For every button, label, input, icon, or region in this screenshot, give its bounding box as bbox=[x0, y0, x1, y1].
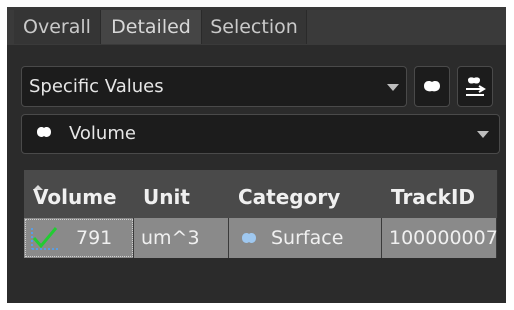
statistics-panel: Overall Detailed Selection Specific Valu… bbox=[7, 7, 506, 303]
category-value: Surface bbox=[271, 227, 344, 249]
surface-blob-icon bbox=[424, 81, 440, 92]
column-header-unit[interactable]: Unit bbox=[134, 170, 230, 218]
values-dropdown[interactable]: Specific Values bbox=[21, 66, 407, 107]
cell-trackid[interactable]: 100000007 bbox=[382, 218, 498, 258]
surface-blob-icon bbox=[37, 127, 51, 137]
values-dropdown-label: Specific Values bbox=[29, 76, 164, 97]
cell-category[interactable]: Surface bbox=[229, 218, 382, 258]
trackid-value: 100000007 bbox=[389, 227, 498, 249]
column-header-category[interactable]: Category bbox=[229, 170, 383, 218]
unit-value: um^3 bbox=[141, 227, 200, 249]
cell-volume[interactable]: 791 bbox=[24, 218, 134, 258]
cell-unit[interactable]: um^3 bbox=[134, 218, 229, 258]
focus-outline bbox=[25, 219, 133, 257]
tab-detailed[interactable]: Detailed bbox=[101, 10, 202, 44]
column-header-trackid[interactable]: TrackID bbox=[382, 170, 498, 218]
tab-overall[interactable]: Overall bbox=[14, 10, 101, 44]
chevron-down-icon bbox=[477, 131, 489, 138]
column-header-volume[interactable]: Volume bbox=[24, 170, 135, 218]
surface-icon-button[interactable] bbox=[414, 66, 450, 107]
export-arrow-icon bbox=[466, 77, 486, 96]
statistic-dropdown[interactable]: Volume bbox=[21, 114, 500, 154]
statistic-dropdown-label: Volume bbox=[69, 123, 136, 144]
table-row[interactable]: 791 um^3 Surface 100000007 bbox=[24, 218, 498, 258]
tab-selection[interactable]: Selection bbox=[202, 10, 307, 44]
export-button[interactable] bbox=[457, 66, 493, 107]
chevron-down-icon bbox=[387, 84, 399, 91]
surface-blob-icon bbox=[242, 233, 256, 243]
tab-bar: Overall Detailed Selection bbox=[7, 7, 506, 45]
statistics-table: Volume Unit Category TrackID 791 um^3 Su… bbox=[24, 170, 498, 298]
